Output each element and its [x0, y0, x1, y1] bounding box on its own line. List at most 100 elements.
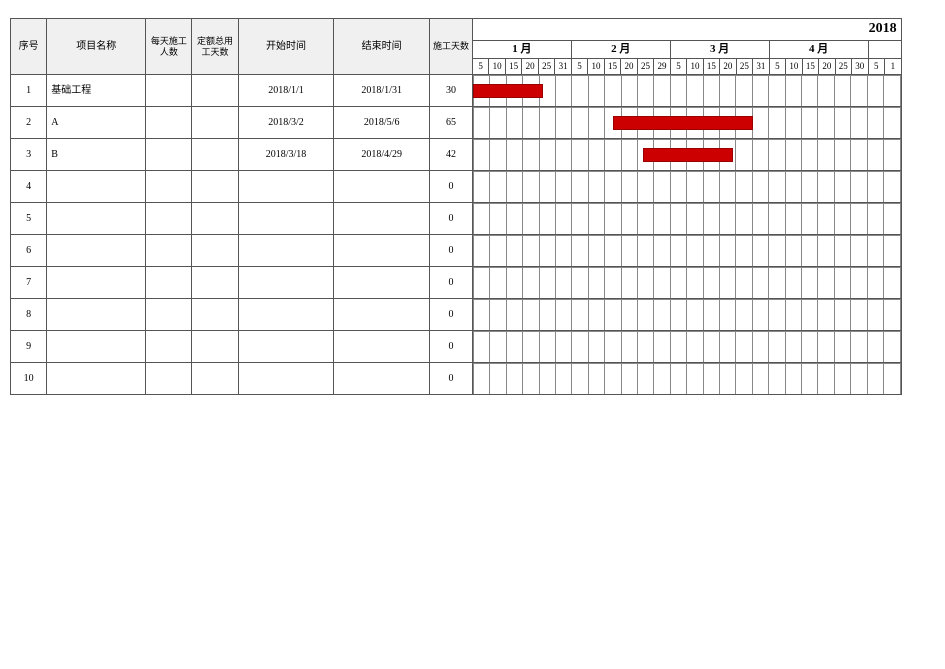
table-row: 60 — [11, 235, 935, 267]
seq-cell: 9 — [11, 331, 47, 363]
gantt-cell — [472, 171, 901, 203]
table-row: 70 — [11, 267, 935, 299]
quota-cell — [192, 267, 238, 299]
quota-cell — [192, 203, 238, 235]
day-header: 25 — [736, 59, 752, 75]
gantt-table-wrapper: 序号项目名称每天施工人数定额总用工天数开始时间结束时间施工天数20181 月2 … — [10, 18, 935, 395]
day-header: 25 — [637, 59, 653, 75]
gantt-cell — [472, 139, 901, 171]
name-cell: A — [47, 107, 146, 139]
name-cell — [47, 203, 146, 235]
col-header: 开始时间 — [238, 19, 334, 75]
day-header: 5 — [571, 59, 587, 75]
end-cell: 2018/4/29 — [334, 139, 430, 171]
day-header: 10 — [786, 59, 802, 75]
name-cell — [47, 363, 146, 395]
day-header: 15 — [505, 59, 521, 75]
day-header: 25 — [538, 59, 554, 75]
quota-cell — [192, 235, 238, 267]
page: 序号项目名称每天施工人数定额总用工天数开始时间结束时间施工天数20181 月2 … — [0, 0, 945, 669]
end-cell: 2018/5/6 — [334, 107, 430, 139]
days-cell: 0 — [430, 363, 473, 395]
seq-cell: 8 — [11, 299, 47, 331]
quota-cell — [192, 171, 238, 203]
day-header: 20 — [621, 59, 637, 75]
day-header: 30 — [852, 59, 868, 75]
seq-cell: 7 — [11, 267, 47, 299]
gantt-cell — [472, 107, 901, 139]
name-cell — [47, 235, 146, 267]
day-header: 5 — [769, 59, 785, 75]
workers-cell — [146, 171, 192, 203]
days-cell: 30 — [430, 75, 473, 107]
seq-cell: 5 — [11, 203, 47, 235]
day-header: 20 — [522, 59, 538, 75]
table-row: 2A2018/3/22018/5/665 — [11, 107, 935, 139]
workers-cell — [146, 203, 192, 235]
workers-cell — [146, 235, 192, 267]
end-cell: 2018/1/31 — [334, 75, 430, 107]
table-row: 3B 2018/3/182018/4/2942 — [11, 139, 935, 171]
days-cell: 0 — [430, 235, 473, 267]
days-cell: 65 — [430, 107, 473, 139]
seq-cell: 3 — [11, 139, 47, 171]
day-header: 15 — [604, 59, 620, 75]
quota-cell — [192, 139, 238, 171]
day-header: 1 — [885, 59, 902, 75]
col-header: 结束时间 — [334, 19, 430, 75]
start-cell — [238, 235, 334, 267]
seq-cell: 2 — [11, 107, 47, 139]
table-row: 50 — [11, 203, 935, 235]
table-row: 1基础工程2018/1/12018/1/3130 — [11, 75, 935, 107]
workers-cell — [146, 299, 192, 331]
start-cell — [238, 267, 334, 299]
col-header: 每天施工人数 — [146, 19, 192, 75]
gantt-cell — [472, 331, 901, 363]
end-cell — [334, 331, 430, 363]
name-cell — [47, 267, 146, 299]
seq-cell: 6 — [11, 235, 47, 267]
table-row: 40 — [11, 171, 935, 203]
name-cell — [47, 331, 146, 363]
day-header: 20 — [720, 59, 736, 75]
workers-cell — [146, 267, 192, 299]
start-cell: 2018/3/18 — [238, 139, 334, 171]
day-header: 15 — [703, 59, 719, 75]
start-cell — [238, 331, 334, 363]
day-header: 25 — [835, 59, 851, 75]
year-header: 2018 — [472, 19, 901, 41]
quota-cell — [192, 363, 238, 395]
col-header: 序号 — [11, 19, 47, 75]
table-row: 10 0 — [11, 363, 935, 395]
month-header — [868, 41, 901, 59]
seq-cell: 4 — [11, 171, 47, 203]
day-header: 20 — [819, 59, 835, 75]
end-cell — [334, 235, 430, 267]
gantt-table: 序号项目名称每天施工人数定额总用工天数开始时间结束时间施工天数20181 月2 … — [10, 18, 935, 395]
workers-cell — [146, 107, 192, 139]
gantt-cell — [472, 267, 901, 299]
days-cell: 0 — [430, 331, 473, 363]
days-cell: 0 — [430, 171, 473, 203]
gantt-cell — [472, 363, 901, 395]
day-header: 10 — [588, 59, 604, 75]
month-header: 2 月 — [571, 41, 670, 59]
gantt-bar — [473, 84, 543, 98]
gantt-bar — [643, 148, 733, 162]
day-header: 10 — [687, 59, 703, 75]
seq-cell: 1 — [11, 75, 47, 107]
days-cell: 0 — [430, 267, 473, 299]
quota-cell — [192, 331, 238, 363]
quota-cell — [192, 299, 238, 331]
end-cell — [334, 203, 430, 235]
table-row: 80 — [11, 299, 935, 331]
workers-cell — [146, 331, 192, 363]
day-header: 10 — [489, 59, 505, 75]
seq-cell: 10 — [11, 363, 47, 395]
day-header: 31 — [555, 59, 571, 75]
days-cell: 42 — [430, 139, 473, 171]
month-header: 1 月 — [472, 41, 571, 59]
name-cell: B — [47, 139, 146, 171]
month-header: 4 月 — [769, 41, 868, 59]
day-header: 29 — [654, 59, 670, 75]
